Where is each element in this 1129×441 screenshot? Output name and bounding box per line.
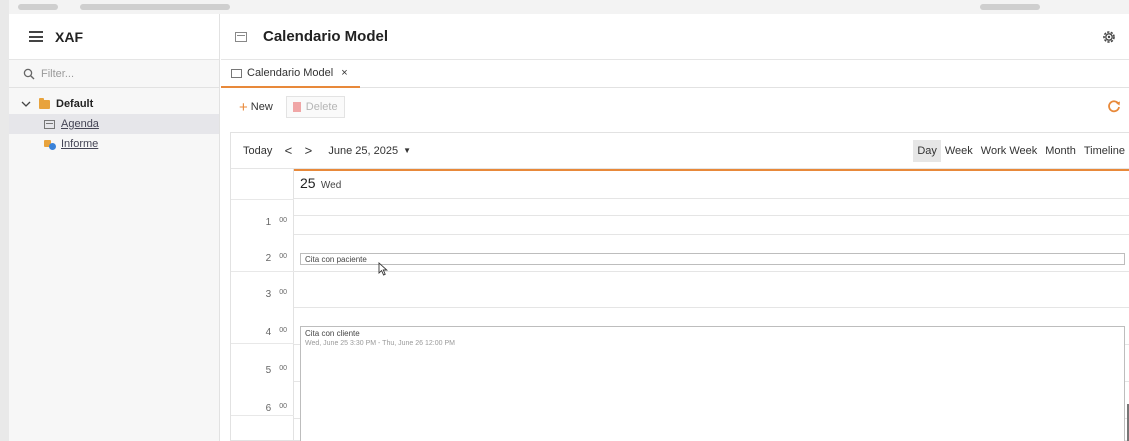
nav-item-agenda[interactable]: Agenda [9,114,219,134]
day-header[interactable]: 25 Wed [294,169,1129,199]
delete-button-label: Delete [305,101,338,113]
ruler-line [231,199,294,200]
sidebar: XAF Filter... Default Agenda Informe [9,14,220,441]
tab-calendario-model[interactable]: Calendario Model × [221,60,360,88]
chevron-left-icon[interactable]: < [278,140,298,162]
all-day-row[interactable] [294,199,1129,216]
day-number: 25 [300,175,316,191]
chrome-blob [18,4,58,10]
view-timeline-button[interactable]: Timeline [1080,140,1129,162]
view-work-week-button[interactable]: Work Week [977,140,1041,162]
day-name: Wed [320,180,342,191]
scheduler-toolbar: Today < > June 25, 2025 ▼ Day Week Work … [231,133,1129,169]
nav-item-informe[interactable]: Informe [9,134,219,154]
delete-button[interactable]: Delete [285,96,345,118]
gear-icon[interactable] [1101,29,1117,45]
date-navigator[interactable]: June 25, 2025 ▼ [322,140,417,162]
view-day-button[interactable]: Day [913,140,941,162]
scheduler: Today < > June 25, 2025 ▼ Day Week Work … [230,132,1129,441]
filter-field[interactable]: Filter... [9,60,219,88]
hour-label: 3 00 [265,289,287,300]
slot-line [294,234,1129,235]
nav-item-label: Informe [61,138,99,150]
chevron-down-icon[interactable] [21,99,31,109]
plus-icon: + [239,98,248,116]
hour-label: 6 00 [265,403,287,414]
hour-label: 1 00 [265,217,287,228]
tab-bar: Calendario Model × [221,60,1129,88]
navigation-tree: Default Agenda Informe [9,88,219,154]
main-header: Calendario Model [221,14,1129,60]
list-view-icon [235,31,247,42]
appointment[interactable]: Cita con cliente Wed, June 25 3:30 PM - … [300,326,1125,441]
time-ruler: 1 00 2 00 3 00 4 00 5 00 6 00 [231,169,294,440]
appointment-time: Wed, June 25 3:30 PM - Thu, June 26 12:0… [305,340,455,347]
mouse-cursor-icon [378,262,388,276]
view-month-button[interactable]: Month [1041,140,1080,162]
today-button[interactable]: Today [237,140,278,162]
hour-label: 5 00 [265,365,287,376]
chevron-right-icon[interactable]: > [298,140,318,162]
sidebar-header: XAF [9,14,219,60]
page-title: Calendario Model [263,28,389,45]
new-button[interactable]: + New [232,96,280,118]
date-label: June 25, 2025 [328,144,399,157]
slot-line [294,271,1129,272]
app-title: XAF [55,28,83,45]
refresh-icon[interactable] [1107,99,1121,113]
view-switcher: Day Week Work Week Month Timeline [913,140,1129,162]
nav-group-default[interactable]: Default [9,94,219,114]
chrome-blob [80,4,230,10]
new-button-label: New [250,101,273,113]
list-view-icon [231,68,242,78]
filter-placeholder: Filter... [41,67,75,80]
left-strip [0,0,9,441]
ruler-line [231,271,294,272]
appointment-subject: Cita con paciente [305,255,367,264]
toolbar: + New Delete [221,88,1129,126]
tab-label: Calendario Model [247,67,334,79]
folder-icon [39,97,50,109]
ruler-line [231,415,294,416]
calendar-icon [44,119,55,129]
nav-item-label: Agenda [61,118,99,130]
hamburger-icon[interactable] [29,31,43,42]
view-week-button[interactable]: Week [941,140,977,162]
main-content: Calendario Model Calendario Model × + Ne… [221,14,1129,441]
appointment[interactable]: Cita con paciente [300,253,1125,265]
appointment-subject: Cita con cliente [305,329,360,338]
chevron-down-icon: ▼ [403,146,412,155]
search-icon [23,68,35,79]
close-icon[interactable]: × [341,67,347,79]
ruler-line [231,343,294,344]
hour-label: 2 00 [265,253,287,264]
report-icon [44,139,56,150]
slot-line [294,307,1129,308]
nav-group-label: Default [56,98,94,110]
hour-label: 4 00 [265,327,287,338]
chrome-blob [980,4,1040,10]
window-chrome [0,0,1129,14]
trash-icon [292,102,301,112]
